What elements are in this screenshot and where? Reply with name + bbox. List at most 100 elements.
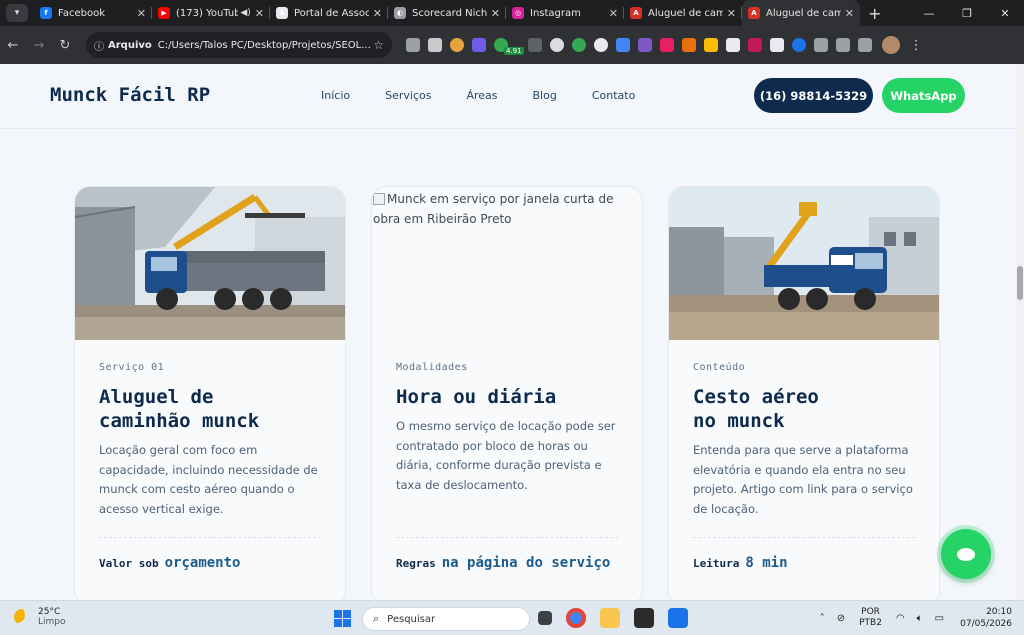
windows-taskbar: 25°C Limpo ⌕ Pesquisar ˄ ⊘ POR PTB2 ◠ 🔈︎… <box>0 600 1024 635</box>
taskbar-search[interactable]: ⌕ Pesquisar <box>362 607 530 631</box>
tab-title: Aluguel de caminhão <box>766 7 841 19</box>
back-icon[interactable]: ← <box>0 38 26 53</box>
moon-icon <box>14 609 30 625</box>
language-indicator[interactable]: POR PTB2 <box>859 607 882 629</box>
service-card-modes[interactable]: Munck em serviço por janela curta de obr… <box>371 186 643 606</box>
bookmark-star-icon[interactable]: ☆ <box>373 38 384 52</box>
cookie-extension-icon[interactable] <box>450 38 464 52</box>
tab-title: Facebook <box>58 7 105 19</box>
card-divider <box>396 537 618 538</box>
browser-tab[interactable]: ◐ Scorecard Nicho ✕ <box>388 0 506 26</box>
card-description: Locação geral com foco em capacidade, in… <box>99 443 318 516</box>
browser-tab[interactable]: f Facebook ✕ <box>34 0 152 26</box>
sidepanel-icon[interactable] <box>857 38 872 52</box>
terminal-icon[interactable] <box>634 608 654 628</box>
instagram-icon: ◎ <box>512 7 524 19</box>
doc-extension-icon[interactable] <box>725 38 740 52</box>
close-tab-icon[interactable]: ✕ <box>845 7 854 20</box>
close-tab-icon[interactable]: ✕ <box>255 7 264 20</box>
close-tab-icon[interactable]: ✕ <box>137 7 146 20</box>
site-logo[interactable]: Munck Fácil RP <box>50 84 210 106</box>
nav-link-inicio[interactable]: Início <box>321 89 350 102</box>
nav-link-servicos[interactable]: Serviços <box>385 89 431 102</box>
phone-button[interactable]: (16) 98814-5329 <box>754 78 873 113</box>
mic-extension-icon[interactable] <box>659 38 674 52</box>
broken-image-icon <box>373 193 385 205</box>
nav-link-areas[interactable]: Áreas <box>466 89 497 102</box>
scorecard-icon: ◐ <box>394 7 406 19</box>
cs-extension-icon[interactable] <box>791 38 806 52</box>
extension-badge: 4.91 <box>504 47 524 55</box>
puzzle-icon[interactable] <box>813 38 828 52</box>
tab-title: Portal de Associados <box>294 7 369 19</box>
browser-tab[interactable]: A Aluguel de caminhão ✕ <box>742 0 860 26</box>
nav-link-contato[interactable]: Contato <box>592 89 635 102</box>
youtube-icon: ▶ <box>158 7 170 19</box>
gear-extension-icon[interactable] <box>615 38 630 52</box>
media-control-icon[interactable] <box>835 38 850 52</box>
chat-bubble-icon <box>957 547 975 561</box>
audio-playing-icon[interactable]: ◀) <box>240 8 250 18</box>
facebook-icon: f <box>40 7 52 19</box>
system-clock[interactable]: 20:10 07/05/2026 <box>960 606 1012 630</box>
nav-link-blog[interactable]: Blog <box>533 89 557 102</box>
g-extension-icon[interactable] <box>681 38 696 52</box>
page-scrollbar[interactable] <box>1016 64 1024 600</box>
volume-icon[interactable]: 🔈︎ <box>917 613 923 624</box>
close-tab-icon[interactable]: ✕ <box>609 7 618 20</box>
card-description: Entenda para que serve a plataforma elev… <box>693 443 913 516</box>
tab-search-button[interactable]: ▾ <box>6 4 28 22</box>
browser-menu-icon[interactable]: ⋮ <box>910 38 923 53</box>
browser-tab[interactable]: ◎ Instagram ✕ <box>506 0 624 26</box>
cloud-extension-icon[interactable] <box>593 38 608 52</box>
whatsapp-button[interactable]: WhatsApp <box>882 78 965 113</box>
close-tab-icon[interactable]: ✕ <box>727 7 736 20</box>
reload-icon[interactable]: ↻ <box>52 38 78 53</box>
close-tab-icon[interactable]: ✕ <box>373 7 382 20</box>
browser-toolbar: ← → ↻ ⓘ Arquivo C:/Users/Talos PC/Deskto… <box>0 26 1024 64</box>
browser-tab[interactable]: a Portal de Associados ✕ <box>270 0 388 26</box>
battery-icon[interactable]: ▭ <box>935 613 944 624</box>
lock-extension-icon[interactable] <box>703 38 718 52</box>
minimize-icon[interactable]: — <box>910 7 948 20</box>
forward-icon[interactable]: → <box>26 38 52 53</box>
profile-avatar[interactable] <box>881 36 900 54</box>
close-tab-icon[interactable]: ✕ <box>491 7 500 20</box>
content-card-basket[interactable]: Conteúdo Cesto aéreo no munck Entenda par… <box>668 186 940 606</box>
wifi-icon[interactable]: ◠ <box>896 613 905 624</box>
mail-extension-icon[interactable] <box>428 38 442 52</box>
card-footer-label: Leitura <box>693 557 740 570</box>
address-url[interactable]: C:/Users/Talos PC/Desktop/Projetos/SEOL.… <box>158 40 373 51</box>
weather-widget[interactable]: 25°C Limpo <box>14 607 66 627</box>
ip-extension-icon[interactable] <box>549 38 564 52</box>
camera-extension-icon[interactable] <box>406 38 420 52</box>
scrollbar-thumb[interactable] <box>1017 266 1023 300</box>
app-icon[interactable] <box>668 608 688 628</box>
plus-extension-icon[interactable] <box>571 38 586 52</box>
card-footer-value: 8 min <box>745 555 788 571</box>
restore-icon[interactable]: ❐ <box>948 7 986 20</box>
service-card-rental[interactable]: Serviço 01 Aluguel de caminhão munck Loca… <box>74 186 346 606</box>
extensions-area: 4.91 ⋮ <box>402 35 923 55</box>
task-view-icon[interactable] <box>538 611 552 625</box>
card-footer-label: Regras <box>396 557 436 570</box>
pen-extension-icon[interactable] <box>527 38 542 52</box>
browser-tab[interactable]: A Aluguel de caminhão ✕ <box>624 0 742 26</box>
chevron-up-icon[interactable]: ˄ <box>820 613 825 624</box>
card-footer-label: Valor sob <box>99 557 159 570</box>
address-bar[interactable]: ⓘ Arquivo C:/Users/Talos PC/Desktop/Proj… <box>86 32 392 58</box>
s-extension-icon[interactable] <box>637 38 652 52</box>
sheet-extension-icon[interactable] <box>769 38 784 52</box>
close-window-icon[interactable]: ✕ <box>986 7 1024 20</box>
whatsapp-chat-button[interactable] <box>941 529 991 579</box>
card-title: Hora ou diária <box>396 386 557 408</box>
browser-tab[interactable]: ▶ (173) YouTube◀) ✕ <box>152 0 270 26</box>
start-button[interactable] <box>334 610 351 627</box>
download-extension-icon[interactable] <box>747 38 762 52</box>
d-extension-icon[interactable] <box>472 38 486 52</box>
network-off-icon[interactable]: ⊘ <box>837 613 845 624</box>
info-icon[interactable]: ⓘ <box>94 38 104 53</box>
chrome-icon[interactable] <box>566 608 586 628</box>
new-tab-button[interactable]: + <box>868 4 881 23</box>
file-explorer-icon[interactable] <box>600 608 620 628</box>
